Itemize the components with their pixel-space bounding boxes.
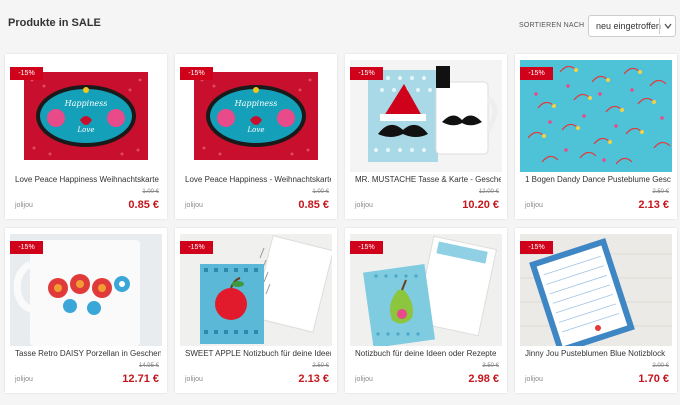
discount-badge: -15% (180, 241, 213, 254)
product-name[interactable]: Love Peace Happiness Weihnachtskarte (15, 175, 161, 184)
old-price: 14.95 € (138, 363, 159, 369)
sale-price: 2.98 € (468, 373, 499, 385)
product-name[interactable]: MR. MUSTACHE Tasse & Karte - Geschenkset (355, 175, 501, 184)
old-price: 2.00 € (652, 363, 669, 369)
product-card[interactable]: -15% Happiness Love Love Peace Happiness… (5, 54, 167, 219)
shop-name[interactable]: jolijou (355, 202, 373, 209)
sale-price: 1.70 € (638, 373, 669, 385)
sort-select[interactable]: neu eingetroffen (588, 15, 676, 37)
old-price: 12.00 € (478, 189, 499, 195)
sale-price: 10.20 € (462, 199, 499, 211)
discount-badge: -15% (10, 67, 43, 80)
page-title: Produkte in SALE (8, 17, 101, 29)
product-card[interactable]: -15% 1 Bogen Dandy Dance Pusteblume Gesc… (515, 54, 677, 219)
discount-badge: -15% (10, 241, 43, 254)
product-name[interactable]: Notizbuch für deine Ideen oder Rezepte (355, 349, 501, 358)
chevron-down-icon (663, 20, 673, 32)
product-card[interactable]: -15% SWEET APPLE Notizbuch für deine Ide… (175, 228, 337, 393)
old-price: 3.50 € (482, 363, 499, 369)
sale-price: 2.13 € (298, 373, 329, 385)
old-price: 1.00 € (312, 189, 329, 195)
discount-badge: -15% (520, 67, 553, 80)
svg-text:Happiness: Happiness (234, 99, 278, 108)
sort-label: SORTIEREN NACH (519, 22, 585, 29)
product-card[interactable]: -15% Notizbuch für deine Ideen oder Reze… (345, 228, 507, 393)
svg-text:Love: Love (247, 126, 265, 134)
discount-badge: -15% (520, 241, 553, 254)
sale-price: 0.85 € (128, 199, 159, 211)
product-name[interactable]: 1 Bogen Dandy Dance Pusteblume Geschenkp… (525, 175, 671, 184)
product-name[interactable]: Love Peace Happiness - Weihnachtskarte (185, 175, 331, 184)
product-name[interactable]: Jinny Jou Pusteblumen Blue Notizblock (525, 349, 671, 358)
toolbar: Produkte in SALE SORTIEREN NACH neu eing… (0, 0, 680, 50)
sale-price: 2.13 € (638, 199, 669, 211)
sale-price: 0.85 € (298, 199, 329, 211)
old-price: 1.00 € (142, 189, 159, 195)
shop-name[interactable]: jolijou (525, 376, 543, 383)
sort-select-value: neu eingetroffen (596, 21, 661, 31)
svg-text:Love: Love (77, 126, 95, 134)
product-name[interactable]: Tasse Retro DAISY Porzellan in Geschenkb… (15, 349, 161, 358)
product-card[interactable]: -15% Tasse Retro DAISY Porzellan in Gesc… (5, 228, 167, 393)
shop-name[interactable]: jolijou (355, 376, 373, 383)
discount-badge: -15% (180, 67, 213, 80)
sale-price: 12.71 € (122, 373, 159, 385)
shop-name[interactable]: jolijou (185, 376, 203, 383)
svg-text:Happiness: Happiness (64, 99, 108, 108)
product-card[interactable]: -15% Happiness Love Love Peace Happiness… (175, 54, 337, 219)
product-name[interactable]: SWEET APPLE Notizbuch für deine Ideen (185, 349, 331, 358)
sort-select-divider (659, 18, 660, 34)
old-price: 2.50 € (312, 363, 329, 369)
shop-name[interactable]: jolijou (185, 202, 203, 209)
shop-name[interactable]: jolijou (15, 202, 33, 209)
shop-name[interactable]: jolijou (15, 376, 33, 383)
product-card[interactable]: -15% MR. MUSTACHE Tasse & Karte - Gesche (345, 54, 507, 219)
shop-name[interactable]: jolijou (525, 202, 543, 209)
discount-badge: -15% (350, 67, 383, 80)
discount-badge: -15% (350, 241, 383, 254)
product-card[interactable]: -15% Jinny Jou Pusteblumen Blue Notizblo… (515, 228, 677, 393)
old-price: 2.50 € (652, 189, 669, 195)
